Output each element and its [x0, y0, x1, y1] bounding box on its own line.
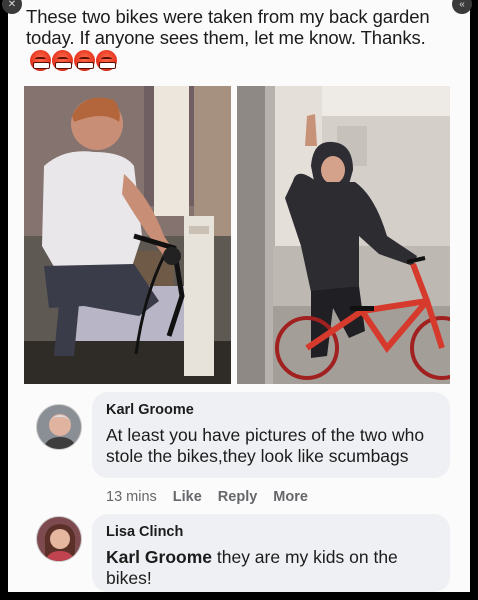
- angry-face-icon: [74, 49, 95, 71]
- photo-right[interactable]: [237, 86, 450, 384]
- avatar[interactable]: [36, 516, 82, 562]
- avatar-karl-picture: [37, 405, 81, 449]
- photo-right-scene: [237, 86, 450, 384]
- like-button[interactable]: Like: [173, 489, 202, 505]
- comment-author[interactable]: Karl Groome: [106, 402, 436, 418]
- avatar-lisa-picture: [37, 517, 81, 561]
- photo-left[interactable]: [24, 86, 231, 384]
- post-body: These two bikes were taken from my back …: [26, 6, 430, 48]
- avatar[interactable]: [36, 404, 82, 450]
- comment-text: Karl Groome they are my kids on the bike…: [106, 547, 436, 589]
- comment-author[interactable]: Lisa Clinch: [106, 524, 436, 540]
- reply-button[interactable]: Reply: [218, 489, 258, 505]
- angry-face-icon: [30, 49, 51, 71]
- comment-bubble: Karl Groome At least you have pictures o…: [92, 392, 450, 478]
- comment-mention[interactable]: Karl Groome: [106, 547, 212, 567]
- angry-face-icon: [52, 49, 73, 71]
- more-button[interactable]: More: [273, 489, 308, 505]
- comment-bubble: Lisa Clinch Karl Groome they are my kids…: [92, 514, 450, 592]
- emoji-group: [30, 49, 117, 71]
- angry-face-icon: [96, 49, 117, 71]
- post-text: These two bikes were taken from my back …: [26, 6, 456, 71]
- screenshot-frame: ✕ « These two bikes were taken from my b…: [0, 0, 478, 600]
- photo-left-scene: [24, 86, 231, 384]
- facebook-post: These two bikes were taken from my back …: [8, 0, 470, 592]
- comment-actions: 13 mins Like Reply More: [106, 489, 308, 505]
- comment-time[interactable]: 13 mins: [106, 489, 157, 505]
- comment-text: At least you have pictures of the two wh…: [106, 425, 425, 466]
